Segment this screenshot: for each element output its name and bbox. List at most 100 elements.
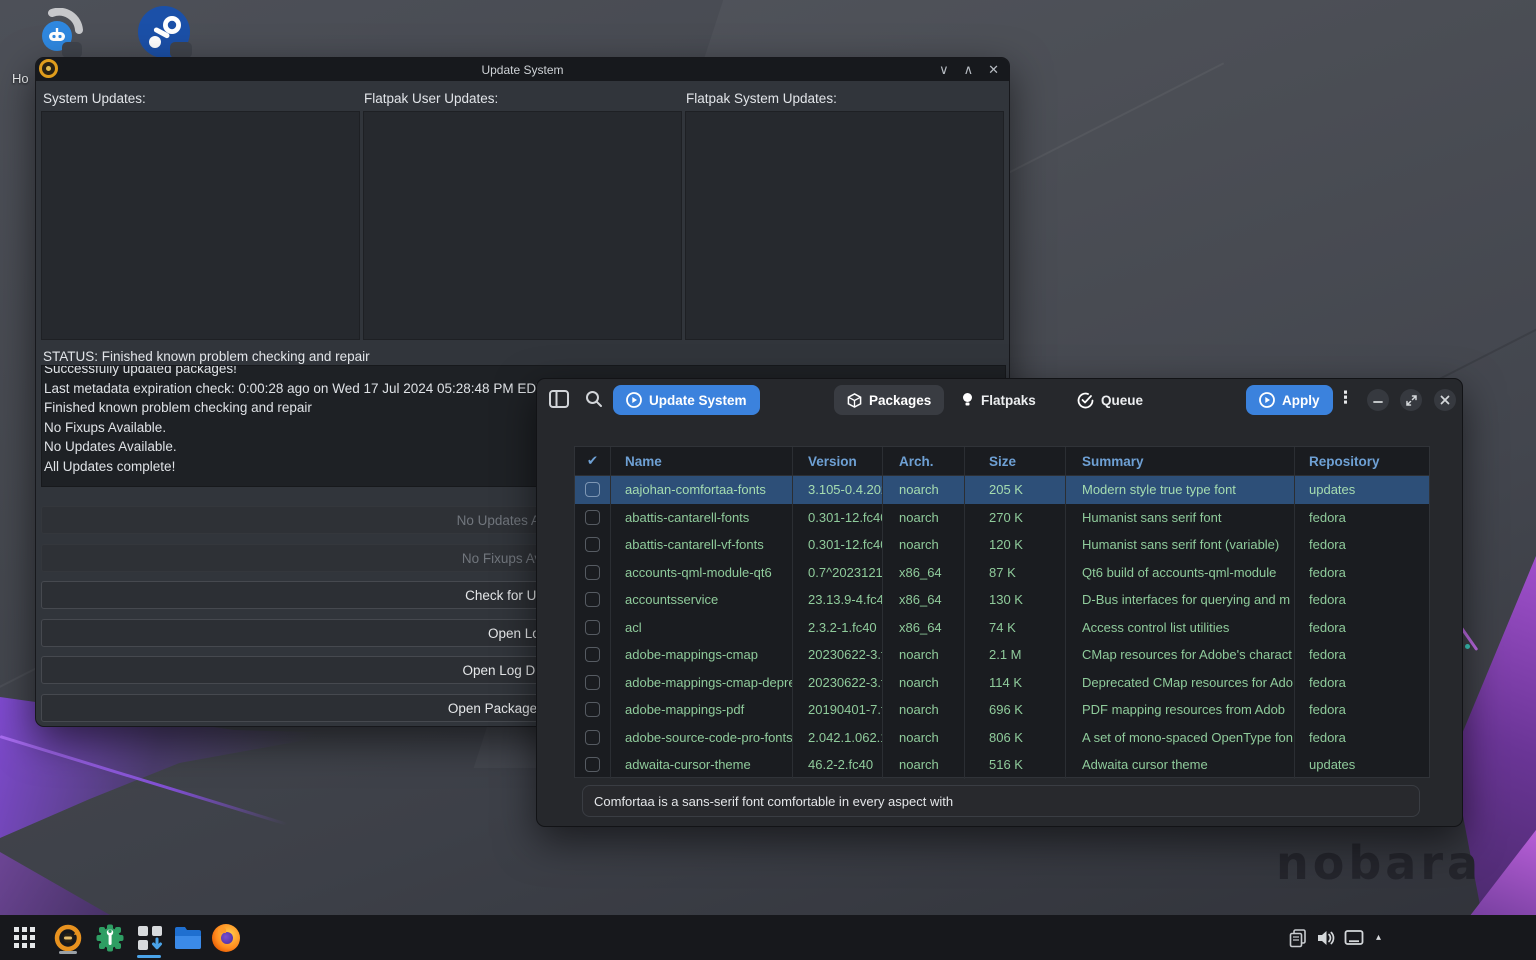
table-row[interactable]: abattis-cantarell-fonts0.301-12.fc40noar…: [575, 504, 1429, 532]
name-cell: accountsservice: [611, 586, 793, 614]
table-row[interactable]: adobe-mappings-cmap20230622-3.fc40noarch…: [575, 641, 1429, 669]
close-button[interactable]: [1434, 389, 1456, 411]
play-circle-icon: [1259, 392, 1275, 408]
name-cell: abattis-cantarell-vf-fonts: [611, 531, 793, 559]
arch-cell: noarch: [883, 669, 965, 697]
name-cell: adobe-mappings-pdf: [611, 696, 793, 724]
clipboard-icon: [1288, 928, 1308, 948]
tab-flatpaks[interactable]: Flatpaks: [961, 385, 1036, 415]
tray-display[interactable]: [1344, 915, 1364, 960]
tab-queue[interactable]: Queue: [1077, 385, 1143, 415]
maximize-icon[interactable]: ∧: [964, 63, 974, 76]
taskbar-item-driver-settings[interactable]: [96, 915, 124, 960]
row-checkbox[interactable]: [585, 537, 600, 552]
sidebar-toggle-icon: [549, 390, 569, 408]
tray-clipboard[interactable]: [1288, 915, 1308, 960]
checkbox-cell: [575, 724, 611, 752]
table-row[interactable]: abattis-cantarell-vf-fonts0.301-12.fc40n…: [575, 531, 1429, 559]
arch-cell: noarch: [883, 696, 965, 724]
column-header-arch[interactable]: Arch.: [883, 447, 965, 475]
row-checkbox[interactable]: [585, 757, 600, 772]
window-controls: ∨ ∧ ✕: [939, 58, 999, 81]
repository-cell: fedora: [1295, 669, 1431, 697]
minimize-icon[interactable]: ∨: [939, 63, 949, 76]
speaker-icon: [1316, 928, 1336, 948]
desktop-icon-home-label[interactable]: Ho: [12, 71, 29, 86]
name-cell: adobe-source-code-pro-fonts: [611, 724, 793, 752]
row-checkbox[interactable]: [585, 482, 600, 497]
table-row[interactable]: accounts-qml-module-qt60.7^20231212x86_6…: [575, 559, 1429, 587]
titlebar[interactable]: Update System: [36, 58, 1009, 81]
repository-cell: fedora: [1295, 504, 1431, 532]
tab-flatpaks-label: Flatpaks: [981, 393, 1036, 408]
size-cell: 74 K: [965, 614, 1066, 642]
size-cell: 270 K: [965, 504, 1066, 532]
play-circle-icon: [626, 392, 642, 408]
search-button[interactable]: [585, 390, 603, 408]
update-tool-icon: [54, 924, 82, 952]
minimize-button[interactable]: [1367, 389, 1389, 411]
log-line: Successfully updated packages!: [44, 365, 1003, 379]
row-checkbox[interactable]: [585, 592, 600, 607]
name-cell: accounts-qml-module-qt6: [611, 559, 793, 587]
close-icon[interactable]: ✕: [988, 63, 999, 76]
summary-cell: CMap resources for Adobe's charact: [1066, 641, 1295, 669]
checkbox-cell: [575, 586, 611, 614]
active-task-indicator: [137, 955, 161, 958]
flatpak-system-updates-label: Flatpak System Updates:: [686, 91, 837, 106]
column-header-repository[interactable]: Repository: [1295, 447, 1431, 475]
column-header-summary[interactable]: Summary: [1066, 447, 1295, 475]
column-header-name[interactable]: Name: [611, 447, 793, 475]
taskbar-item-package-manager[interactable]: [137, 915, 163, 960]
sidebar-toggle-button[interactable]: [549, 390, 569, 408]
version-cell: 0.7^20231212: [793, 559, 883, 587]
row-checkbox[interactable]: [585, 510, 600, 525]
row-checkbox[interactable]: [585, 702, 600, 717]
summary-cell: Humanist sans serif font: [1066, 504, 1295, 532]
app-launcher-button[interactable]: [14, 915, 35, 960]
name-cell: adobe-mappings-cmap: [611, 641, 793, 669]
update-system-app-icon: [39, 59, 58, 78]
table-row[interactable]: aajohan-comfortaa-fonts3.105-0.4.2023noa…: [575, 476, 1429, 504]
tray-expand-caret[interactable]: ▴: [1376, 915, 1381, 960]
table-row[interactable]: adwaita-cursor-theme46.2-2.fc40noarch516…: [575, 751, 1429, 779]
table-row[interactable]: accountsservice23.13.9-4.fc40x86_64130 K…: [575, 586, 1429, 614]
tab-queue-label: Queue: [1101, 393, 1143, 408]
taskbar-item-file-manager[interactable]: [174, 915, 202, 960]
status-line: STATUS: Finished known problem checking …: [43, 349, 370, 364]
checkbox-cell: [575, 669, 611, 697]
summary-cell: A set of mono-spaced OpenType fon: [1066, 724, 1295, 752]
table-header-row: ✔NameVersionArch.SizeSummaryRepository: [575, 447, 1429, 476]
name-cell: acl: [611, 614, 793, 642]
name-cell: adwaita-cursor-theme: [611, 751, 793, 779]
tab-packages[interactable]: Packages: [834, 385, 944, 415]
tray-volume[interactable]: [1316, 915, 1336, 960]
table-row[interactable]: adobe-mappings-pdf20190401-7.fc40noarch6…: [575, 696, 1429, 724]
checkbox-cell: [575, 696, 611, 724]
row-checkbox[interactable]: [585, 620, 600, 635]
package-manager-window: Update System Packages Flatpaks: [536, 378, 1463, 827]
arch-cell: x86_64: [883, 586, 965, 614]
menu-kebab-icon[interactable]: ⋮: [1337, 388, 1354, 408]
row-checkbox[interactable]: [585, 647, 600, 662]
column-header-version[interactable]: Version: [793, 447, 883, 475]
summary-cell: Adwaita cursor theme: [1066, 751, 1295, 779]
table-row[interactable]: adobe-source-code-pro-fonts2.042.1.062.1…: [575, 724, 1429, 752]
flatpak-user-updates-label: Flatpak User Updates:: [364, 91, 498, 106]
table-row[interactable]: adobe-mappings-cmap-deprecated20230622-3…: [575, 669, 1429, 697]
close-icon: [1440, 395, 1450, 405]
row-checkbox[interactable]: [585, 675, 600, 690]
system-updates-label: System Updates:: [43, 91, 146, 106]
taskbar-item-firefox[interactable]: [212, 915, 240, 960]
row-checkbox[interactable]: [585, 565, 600, 580]
row-checkbox[interactable]: [585, 730, 600, 745]
gear-wrench-icon: [96, 924, 124, 952]
column-header-size[interactable]: Size: [965, 447, 1066, 475]
select-all-header[interactable]: ✔: [575, 447, 611, 475]
update-system-button[interactable]: Update System: [613, 385, 760, 415]
system-updates-panel: [41, 111, 360, 340]
table-row[interactable]: acl2.3.2-1.fc40x86_6474 KAccess control …: [575, 614, 1429, 642]
flatpak-system-updates-panel: [685, 111, 1004, 340]
apply-button[interactable]: Apply: [1246, 385, 1333, 415]
restore-button[interactable]: [1400, 389, 1422, 411]
